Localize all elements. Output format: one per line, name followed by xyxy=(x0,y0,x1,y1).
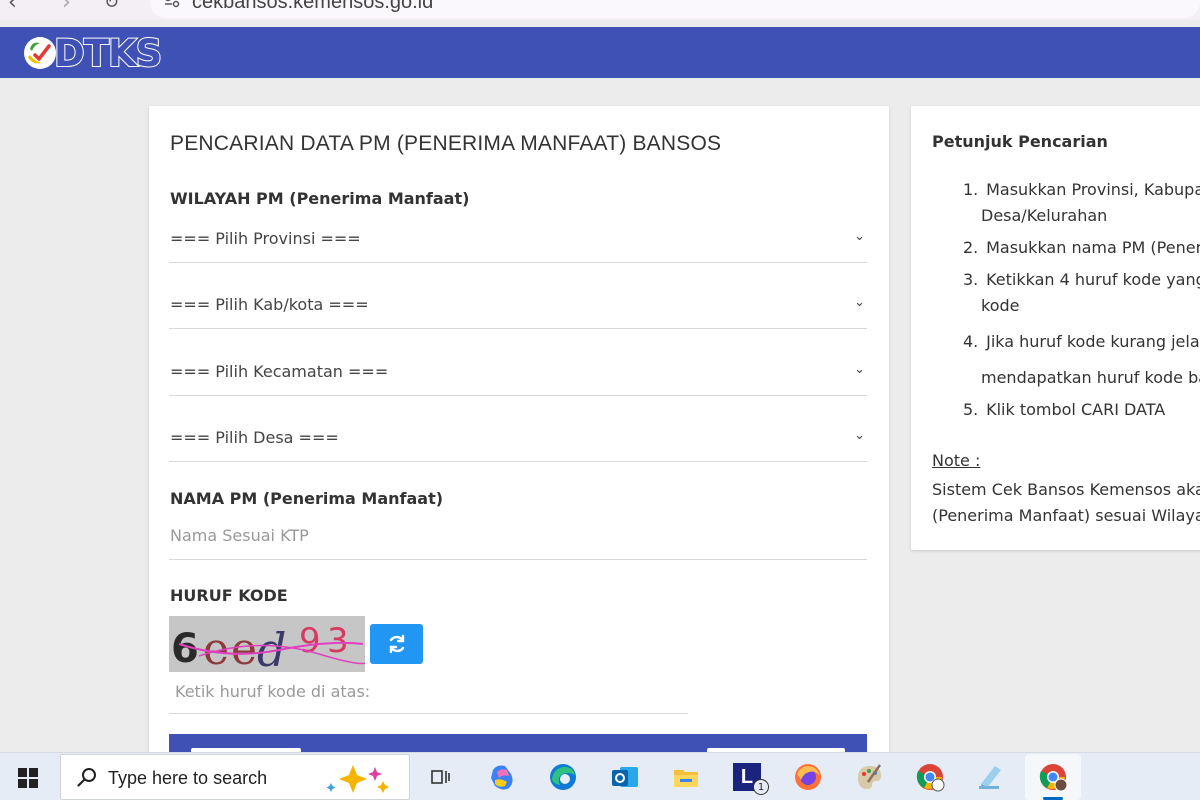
name-label: NAMA PM (Penerima Manfaat) xyxy=(170,489,444,508)
forward-icon[interactable]: › xyxy=(62,0,71,15)
page-title: PENCARIAN DATA PM (PENERIMA MANFAAT) BAN… xyxy=(170,132,722,155)
captcha-char-4: d xyxy=(257,623,286,672)
list-item-cont: Desa/Kelurahan xyxy=(981,206,1108,225)
search-placeholder: Type here to search xyxy=(108,768,268,788)
captcha-code-input[interactable]: Ketik huruf kode di atas: xyxy=(169,672,688,714)
reload-icon[interactable]: ↻ xyxy=(104,0,119,13)
chevron-down-icon: ⌄ xyxy=(854,428,865,443)
list-item: 2. Masukkan nama PM (Penerim xyxy=(963,238,1200,257)
copilot-icon[interactable] xyxy=(486,761,518,793)
chevron-down-icon: ⌄ xyxy=(854,362,865,377)
regency-select[interactable]: === Pilih Kab/kota === ⌄ xyxy=(169,285,867,329)
captcha-char-6: 3 xyxy=(327,621,349,661)
search-icon xyxy=(77,768,96,787)
browser-address-bar: ‹ › ↻ cekbansos.kemensos.go.id xyxy=(0,0,1200,20)
paint-icon[interactable] xyxy=(853,761,885,793)
site-info-icon[interactable] xyxy=(164,0,180,8)
captcha-code-placeholder: Ketik huruf kode di atas: xyxy=(175,682,371,701)
task-view-icon[interactable] xyxy=(424,761,456,793)
captcha-char-5: 9 xyxy=(299,621,321,661)
chrome-icon[interactable] xyxy=(1037,761,1069,793)
list-item: 5. Klik tombol CARI DATA xyxy=(963,400,1166,419)
name-input-placeholder: Nama Sesuai KTP xyxy=(170,526,309,545)
name-input[interactable]: Nama Sesuai KTP xyxy=(169,516,867,560)
captcha-char-2: e xyxy=(203,624,229,672)
list-item-cont: mendapatkan huruf kode bar xyxy=(981,368,1200,387)
dtks-logo[interactable]: DTKS xyxy=(22,31,163,76)
chevron-down-icon: ⌄ xyxy=(854,229,865,244)
site-header: DTKS xyxy=(0,27,1200,78)
list-item-cont: kode xyxy=(981,296,1020,315)
l-app-icon[interactable]: L 1 xyxy=(731,761,769,795)
notification-badge: 1 xyxy=(753,779,769,795)
regency-select-value: === Pilih Kab/kota === xyxy=(170,295,369,314)
file-explorer-icon[interactable] xyxy=(670,761,702,793)
province-select[interactable]: === Pilih Provinsi === ⌄ xyxy=(169,219,867,263)
instructions-card: Petunjuk Pencarian 1. Masukkan Provinsi,… xyxy=(911,106,1200,550)
outlook-icon[interactable] xyxy=(609,761,641,793)
back-icon[interactable]: ‹ xyxy=(8,0,17,15)
note-text-line-2: (Penerima Manfaat) sesuai Wilayah y xyxy=(932,506,1200,525)
village-select-value: === Pilih Desa === xyxy=(170,428,339,447)
chrome-profile-icon[interactable] xyxy=(914,761,946,793)
list-item: 3. Ketikkan 4 huruf kode yang t xyxy=(963,270,1200,289)
chevron-down-icon: ⌄ xyxy=(854,295,865,310)
village-select[interactable]: === Pilih Desa === ⌄ xyxy=(169,418,867,462)
code-label: HURUF KODE xyxy=(170,586,288,605)
instructions-title: Petunjuk Pencarian xyxy=(932,132,1108,151)
taskbar-search-box[interactable]: Type here to search xyxy=(60,754,410,800)
list-item: 4. Jika huruf kode kurang jelas, xyxy=(963,332,1200,351)
windows-taskbar: Type here to search L 1 xyxy=(0,752,1200,800)
refresh-captcha-button[interactable] xyxy=(370,624,423,664)
copilot-sparkle-icon xyxy=(326,765,389,793)
dtks-emblem-icon xyxy=(24,37,56,69)
region-label: WILAYAH PM (Penerima Manfaat) xyxy=(170,189,470,208)
note-heading: Note : xyxy=(932,451,981,470)
refresh-icon xyxy=(389,634,404,654)
url-text: cekbansos.kemensos.go.id xyxy=(192,0,434,13)
district-select-value: === Pilih Kecamatan === xyxy=(170,362,389,381)
logo-text: DTKS xyxy=(53,31,163,76)
list-item: 1. Masukkan Provinsi, Kabupate xyxy=(963,180,1200,199)
captcha-image: 6 e e d 9 3 xyxy=(169,616,365,672)
notes-app-icon[interactable] xyxy=(974,761,1006,793)
edge-browser-icon[interactable] xyxy=(547,761,579,793)
firefox-icon[interactable] xyxy=(792,761,824,793)
windows-start-icon[interactable] xyxy=(18,768,38,788)
note-text-line-1: Sistem Cek Bansos Kemensos akan r xyxy=(932,480,1200,499)
search-form-card: PENCARIAN DATA PM (PENERIMA MANFAAT) BAN… xyxy=(149,106,889,766)
district-select[interactable]: === Pilih Kecamatan === ⌄ xyxy=(169,352,867,396)
province-select-value: === Pilih Provinsi === xyxy=(170,229,361,248)
